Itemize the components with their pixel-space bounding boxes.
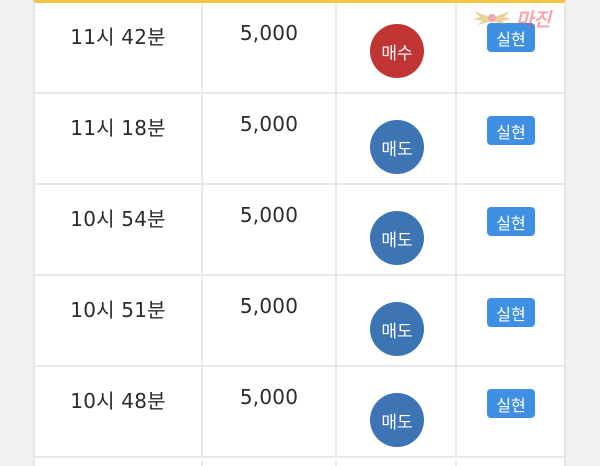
time-cell: 10시 54분 <box>35 185 203 274</box>
trade-amount: 5,000 <box>239 385 299 409</box>
trade-amount: 5,000 <box>239 294 299 318</box>
status-cell: 실현 <box>457 185 564 274</box>
time-cell: 10시 48분 <box>35 367 203 456</box>
sell-badge: 매도 <box>370 120 424 174</box>
trade-amount: 5,000 <box>239 112 299 136</box>
amount-cell <box>203 461 337 466</box>
status-badge[interactable]: 실현 <box>487 116 535 145</box>
status-cell: 실현 <box>457 276 564 365</box>
trade-amount: 5,000 <box>239 21 299 45</box>
status-cell: 실현 <box>457 367 564 456</box>
type-cell: 매도 <box>337 367 457 456</box>
trade-time: 10시 51분 <box>70 298 166 322</box>
time-cell: 10시 51분 <box>35 276 203 365</box>
time-cell: 11시 18분 <box>35 94 203 183</box>
time-cell: 11시 42분 <box>35 3 203 92</box>
table-row[interactable]: 10시 48분 5,000 매도 실현 <box>35 367 564 458</box>
table-row[interactable]: 11시 18분 5,000 매도 실현 <box>35 94 564 185</box>
trade-time: 10시 54분 <box>70 207 166 231</box>
sell-badge: 매도 <box>370 302 424 356</box>
trade-time: 11시 18분 <box>70 116 166 140</box>
type-cell: 매도 <box>337 276 457 365</box>
status-badge[interactable]: 실현 <box>487 298 535 327</box>
trade-amount: 5,000 <box>239 203 299 227</box>
sell-badge: 매도 <box>370 393 424 447</box>
table-row[interactable]: 10시 51분 5,000 매도 실현 <box>35 276 564 367</box>
status-badge[interactable]: 실현 <box>487 207 535 236</box>
amount-cell: 5,000 <box>203 367 337 456</box>
status-badge[interactable]: 실현 <box>487 389 535 418</box>
amount-cell: 5,000 <box>203 3 337 92</box>
wings-icon <box>473 11 511 25</box>
table-row-partial <box>35 461 564 466</box>
status-cell: 실현 <box>457 94 564 183</box>
amount-cell: 5,000 <box>203 185 337 274</box>
trade-time: 10시 48분 <box>70 389 166 413</box>
type-cell <box>337 461 457 466</box>
trade-time: 11시 42분 <box>70 25 166 49</box>
type-cell: 매수 <box>337 3 457 92</box>
amount-cell: 5,000 <box>203 94 337 183</box>
amount-cell: 5,000 <box>203 276 337 365</box>
watermark-text: 마진 <box>516 8 551 31</box>
time-cell <box>35 461 203 466</box>
type-cell: 매도 <box>337 94 457 183</box>
sell-badge: 매도 <box>370 211 424 265</box>
type-cell: 매도 <box>337 185 457 274</box>
page: 11시 42분 5,000 매수 실현 11시 18분 5,000 매도 실현 … <box>0 0 600 466</box>
site-watermark-logo: 마진 <box>472 2 598 34</box>
trade-table: 11시 42분 5,000 매수 실현 11시 18분 5,000 매도 실현 … <box>33 0 566 466</box>
table-row[interactable]: 10시 54분 5,000 매도 실현 <box>35 185 564 276</box>
buy-badge: 매수 <box>370 24 424 78</box>
